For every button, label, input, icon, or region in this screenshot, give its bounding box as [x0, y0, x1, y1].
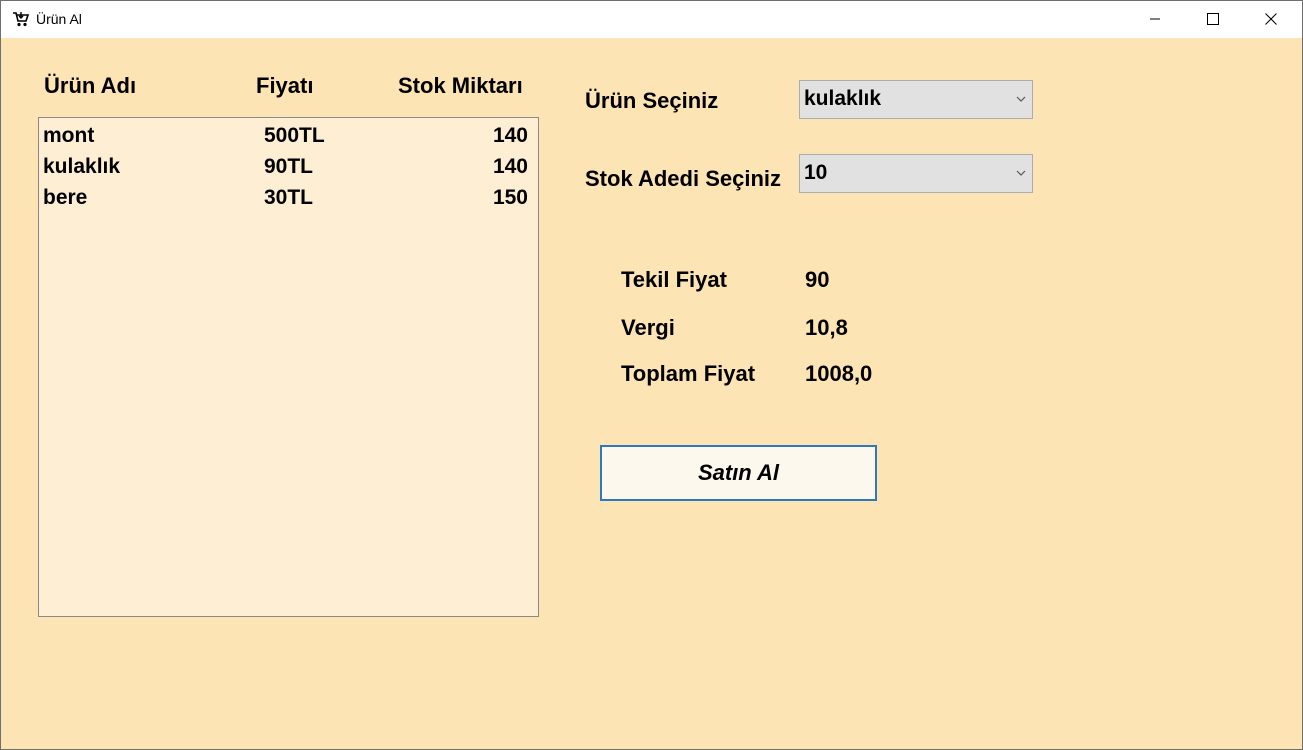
chevron-down-icon	[1016, 96, 1026, 102]
list-item-price: 30TL	[264, 186, 314, 209]
title-bar: Ürün Al	[0, 0, 1303, 38]
product-select-value: kulaklık	[804, 87, 882, 110]
quantity-select-value: 10	[804, 161, 828, 184]
unit-price-label: Tekil Fiyat	[621, 267, 727, 292]
column-header-name: Ürün Adı	[44, 73, 137, 98]
buy-button[interactable]: Satın Al	[600, 445, 877, 501]
cart-icon	[13, 12, 30, 27]
unit-price-value: 90	[805, 267, 830, 292]
close-icon	[1265, 13, 1277, 25]
list-item-stock: 150	[492, 186, 528, 209]
window-title: Ürün Al	[36, 11, 82, 27]
minimize-icon	[1150, 18, 1160, 20]
list-item-name: bere	[43, 186, 88, 209]
product-listbox[interactable]: mont 500TL 140 kulaklık 90TL 140 bere 30…	[38, 117, 539, 617]
column-header-price: Fiyatı	[256, 73, 314, 98]
list-item-name: kulaklık	[43, 155, 121, 178]
list-item-name: mont	[43, 124, 95, 147]
list-item[interactable]: mont 500TL 140	[39, 120, 538, 151]
quantity-select[interactable]: 10	[799, 154, 1033, 193]
tax-label: Vergi	[621, 315, 675, 340]
column-header-stock: Stok Miktarı	[398, 73, 523, 98]
total-price-label: Toplam Fiyat	[621, 361, 756, 386]
maximize-icon	[1207, 13, 1219, 25]
quantity-select-label: Stok Adedi Seçiniz	[585, 166, 782, 191]
chevron-down-icon	[1016, 170, 1026, 176]
list-item-price: 500TL	[264, 124, 325, 147]
list-item[interactable]: bere 30TL 150	[39, 182, 538, 213]
close-button[interactable]	[1243, 1, 1301, 38]
list-item-stock: 140	[492, 155, 528, 178]
total-price-value: 1008,0	[805, 361, 873, 386]
product-select[interactable]: kulaklık	[799, 80, 1033, 119]
list-item[interactable]: kulaklık 90TL 140	[39, 151, 538, 182]
list-item-price: 90TL	[264, 155, 314, 178]
list-item-stock: 140	[492, 124, 528, 147]
product-select-label: Ürün Seçiniz	[585, 88, 719, 113]
minimize-button[interactable]	[1127, 1, 1185, 38]
tax-value: 10,8	[805, 315, 848, 340]
maximize-button[interactable]	[1185, 1, 1243, 38]
